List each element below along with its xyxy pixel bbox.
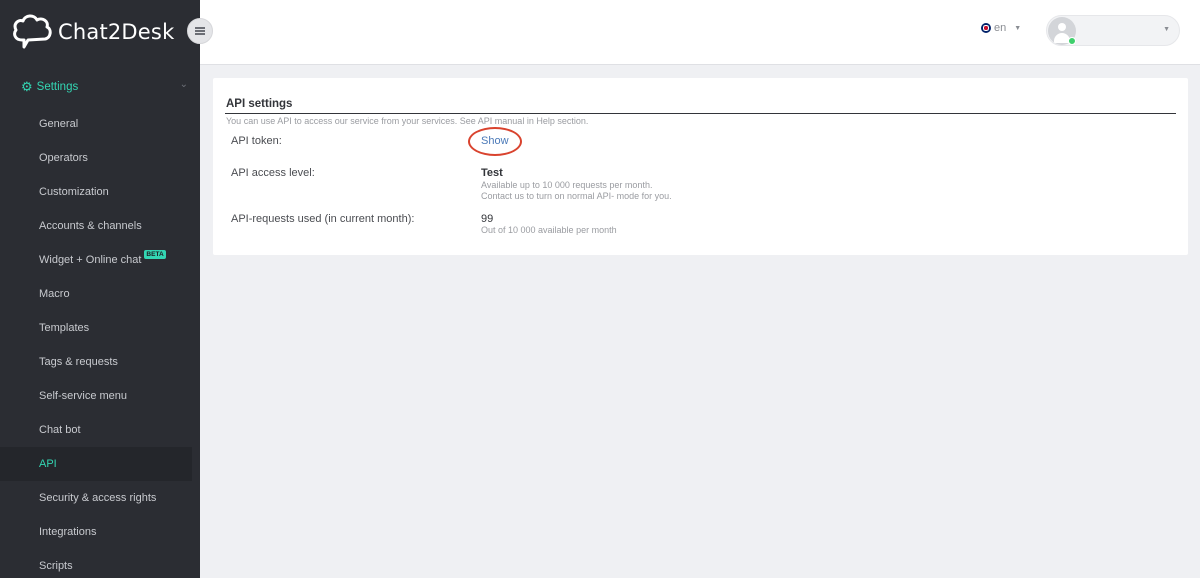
sidebar: Chat2Desk ⚙ Settings ⌄ General Operators…	[0, 0, 200, 578]
api-access-level-label: API access level:	[231, 167, 315, 179]
uk-flag-icon	[981, 23, 991, 33]
sidebar-item-label: Templates	[39, 322, 90, 334]
sidebar-item-label: Customization	[39, 186, 109, 198]
cloud-chat-icon	[13, 14, 52, 49]
title-divider	[225, 113, 1176, 114]
sidebar-item-label: Macro	[39, 288, 70, 300]
language-selector[interactable]: en ▼	[981, 22, 1021, 34]
api-access-note: Contact us to turn on normal API- mode f…	[481, 191, 672, 201]
api-requests-note: Out of 10 000 available per month	[481, 225, 617, 235]
sidebar-nav: General Operators Customization Accounts…	[0, 107, 192, 578]
sidebar-item-tags-requests[interactable]: Tags & requests	[0, 345, 192, 379]
sidebar-item-label: Accounts & channels	[39, 220, 142, 232]
highlight-circle	[468, 127, 522, 156]
sidebar-item-label: Scripts	[39, 560, 73, 572]
caret-down-icon: ▼	[1014, 24, 1022, 32]
sidebar-section-settings[interactable]: ⚙ Settings ⌄	[0, 76, 200, 98]
sidebar-item-customization[interactable]: Customization	[0, 175, 192, 209]
gear-icon: ⚙	[21, 79, 33, 94]
sidebar-item-chat-bot[interactable]: Chat bot	[0, 413, 192, 447]
chevron-down-icon: ⌄	[179, 79, 188, 90]
menu-toggle-button[interactable]	[187, 18, 213, 44]
sidebar-item-security-access-rights[interactable]: Security & access rights	[0, 481, 192, 515]
panel-title: API settings	[226, 98, 293, 110]
sidebar-item-scripts[interactable]: Scripts	[0, 549, 192, 578]
sidebar-item-label: Widget + Online chat	[39, 254, 142, 266]
api-access-level-value: Test	[481, 167, 503, 179]
logo[interactable]: Chat2Desk	[12, 12, 174, 52]
user-icon-head	[1058, 23, 1066, 31]
sidebar-item-label: Operators	[39, 152, 88, 164]
api-access-note: Available up to 10 000 requests per mont…	[481, 180, 653, 190]
sidebar-item-accounts-channels[interactable]: Accounts & channels	[0, 209, 192, 243]
online-status-dot	[1068, 37, 1076, 45]
top-bar: en ▼ ▼	[200, 0, 1200, 65]
sidebar-item-label: API	[39, 458, 57, 470]
sidebar-item-general[interactable]: General	[0, 107, 192, 141]
logo-text: Chat2Desk	[58, 20, 175, 44]
sidebar-item-label: General	[39, 118, 79, 130]
sidebar-item-self-service-menu[interactable]: Self-service menu	[0, 379, 192, 413]
sidebar-item-label: Security & access rights	[39, 492, 157, 504]
sidebar-item-operators[interactable]: Operators	[0, 141, 192, 175]
api-requests-used-label: API-requests used (in current month):	[231, 213, 415, 225]
sidebar-section-label: Settings	[36, 81, 79, 93]
user-menu[interactable]: ▼	[1046, 15, 1180, 46]
caret-down-icon: ▼	[1163, 26, 1170, 33]
sidebar-item-label: Integrations	[39, 526, 97, 538]
api-requests-used-value: 99	[481, 213, 494, 225]
sidebar-item-templates[interactable]: Templates	[0, 311, 192, 345]
sidebar-item-api[interactable]: API	[0, 447, 192, 481]
sidebar-item-macro[interactable]: Macro	[0, 277, 192, 311]
hamburger-icon	[195, 30, 205, 32]
sidebar-item-label: Chat bot	[39, 424, 81, 436]
api-settings-panel: API settings You can use API to access o…	[213, 78, 1188, 255]
language-label: en	[994, 22, 1007, 34]
beta-badge: BETA	[144, 249, 166, 259]
sidebar-item-label: Self-service menu	[39, 390, 128, 402]
sidebar-item-label: Tags & requests	[39, 356, 118, 368]
sidebar-item-widget-online-chat[interactable]: Widget + Online chat BETA	[0, 243, 192, 277]
api-token-label: API token:	[231, 135, 282, 147]
panel-description: You can use API to access our service fr…	[226, 116, 589, 126]
sidebar-item-integrations[interactable]: Integrations	[0, 515, 192, 549]
